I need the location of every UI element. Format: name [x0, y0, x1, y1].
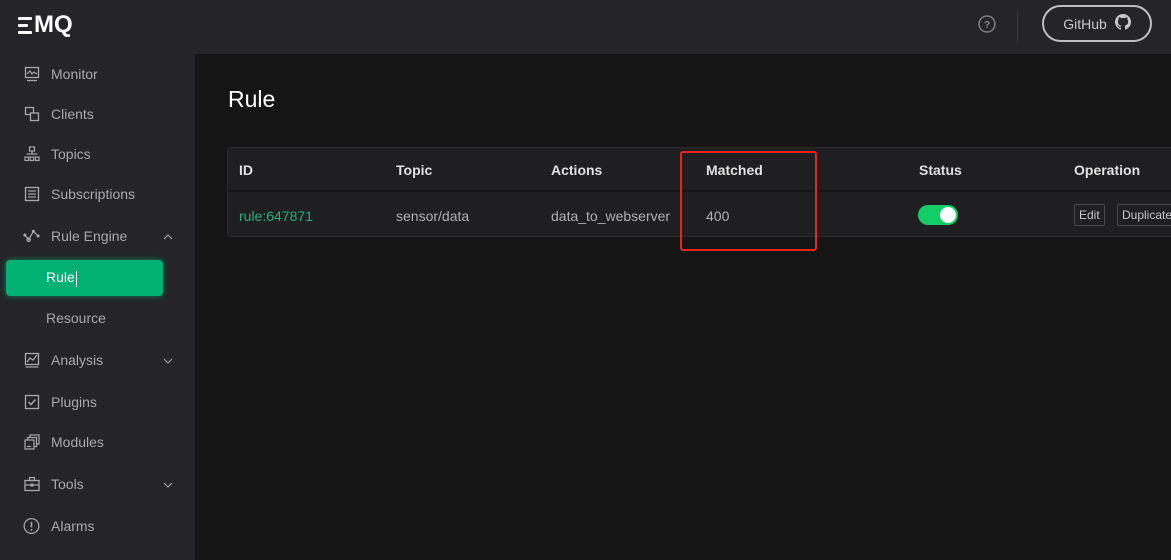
column-header-operation: Operation: [1074, 162, 1141, 178]
clients-icon: [23, 106, 40, 123]
rule-id-link[interactable]: rule:647871: [239, 208, 313, 224]
plugins-icon: [23, 394, 40, 411]
sidebar-item-rule-engine[interactable]: Rule Engine: [0, 216, 195, 256]
logo-mark-icon: [18, 16, 32, 34]
sidebar-item-analysis[interactable]: Analysis: [0, 340, 195, 380]
sidebar-subitem-resource[interactable]: Resource: [6, 300, 163, 336]
topics-icon: [23, 146, 40, 163]
page-title: Rule: [228, 86, 276, 112]
column-header-id: ID: [239, 162, 253, 178]
analysis-icon: [23, 352, 40, 369]
rules-table: ID Topic Actions Matched Status Operatio…: [227, 147, 1171, 237]
sidebar-item-tools[interactable]: Tools: [0, 464, 195, 504]
duplicate-button[interactable]: Duplicate: [1117, 204, 1171, 226]
sidebar-item-subscriptions[interactable]: Subscriptions: [0, 174, 195, 214]
logo-text: MQ: [34, 11, 73, 38]
sidebar-subitem-label: Rule: [46, 269, 75, 286]
sidebar-item-label: Clients: [51, 106, 94, 122]
help-icon[interactable]: ?: [978, 15, 996, 33]
rule-topic: sensor/data: [396, 208, 470, 224]
sidebar-item-topics[interactable]: Topics: [0, 134, 195, 174]
subscriptions-icon: [23, 186, 40, 203]
rule-actions: data_to_webserver: [551, 208, 671, 224]
top-header: [195, 0, 1171, 54]
tools-icon: [23, 476, 40, 493]
github-button[interactable]: GitHub: [1042, 5, 1152, 42]
sidebar: MQ Monitor Clients Topics Subscriptions …: [0, 0, 195, 560]
sidebar-item-plugins[interactable]: Plugins: [0, 382, 195, 422]
rule-matched: 400: [706, 208, 730, 224]
modules-icon: [23, 434, 40, 451]
svg-text:?: ?: [984, 20, 990, 31]
table-row: rule:647871 sensor/data data_to_webserve…: [228, 194, 1171, 236]
text-cursor: [75, 270, 77, 287]
sidebar-item-alarms[interactable]: Alarms: [0, 506, 195, 546]
table-header: ID Topic Actions Matched Status Operatio…: [228, 148, 1171, 192]
alarms-icon: [23, 518, 40, 535]
sidebar-item-label: Alarms: [51, 518, 95, 534]
chevron-down-icon: [162, 354, 174, 366]
sidebar-subitem-label: Resource: [46, 310, 106, 326]
column-header-status: Status: [919, 162, 962, 178]
sidebar-item-label: Plugins: [51, 394, 97, 410]
github-icon: [1114, 14, 1131, 33]
column-header-topic: Topic: [396, 162, 433, 178]
sidebar-item-label: Analysis: [51, 352, 104, 368]
sidebar-item-label: Subscriptions: [51, 186, 136, 202]
github-label: GitHub: [1063, 15, 1107, 32]
emq-logo[interactable]: MQ: [18, 12, 73, 38]
sidebar-item-label: Rule Engine: [51, 228, 128, 244]
sidebar-item-modules[interactable]: Modules: [0, 422, 195, 462]
sidebar-item-label: Monitor: [51, 66, 98, 82]
header-divider: [1017, 9, 1018, 43]
status-toggle[interactable]: [918, 205, 958, 225]
sidebar-item-monitor[interactable]: Monitor: [0, 54, 195, 94]
sidebar-subitem-rule[interactable]: Rule: [6, 260, 163, 296]
chevron-up-icon: [162, 230, 174, 242]
column-header-matched: Matched: [706, 162, 763, 178]
sidebar-item-clients[interactable]: Clients: [0, 94, 195, 134]
sidebar-item-label: Modules: [51, 434, 104, 450]
toggle-knob: [940, 207, 956, 223]
sidebar-item-label: Topics: [51, 146, 91, 162]
monitor-icon: [23, 66, 40, 83]
sidebar-item-label: Tools: [51, 476, 84, 492]
chevron-down-icon: [162, 478, 174, 490]
column-header-actions: Actions: [551, 162, 603, 178]
rule-engine-icon: [23, 228, 40, 245]
edit-button[interactable]: Edit: [1074, 204, 1105, 226]
